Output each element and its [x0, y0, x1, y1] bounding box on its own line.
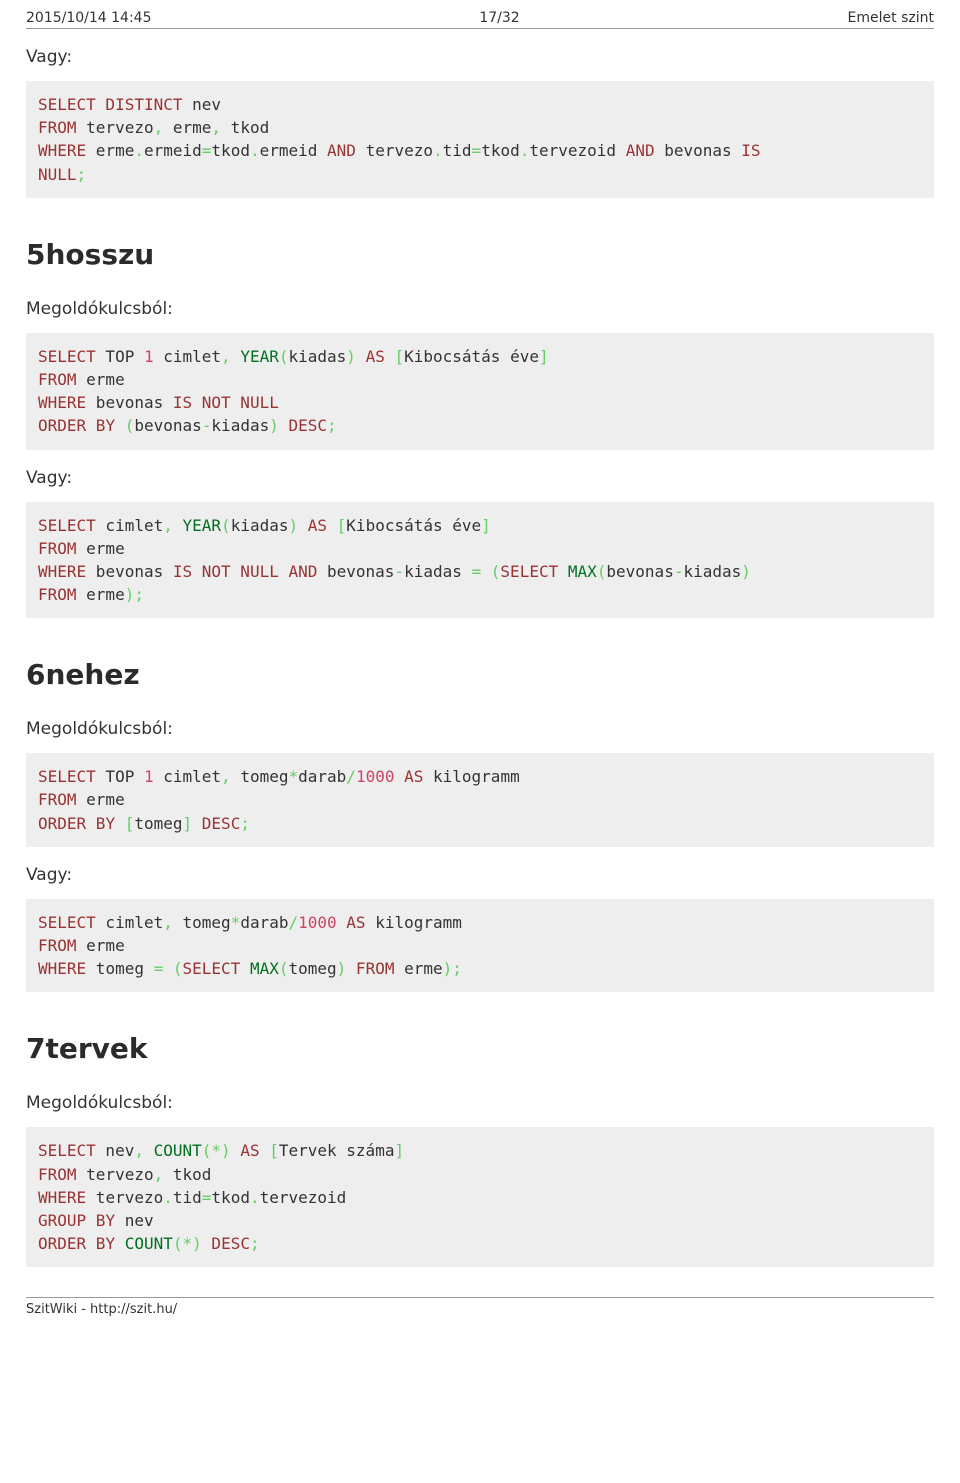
page: 2015/10/14 14:45 17/32 Emelet szint Vagy… [0, 0, 960, 1427]
header-page-number: 17/32 [479, 10, 519, 26]
label-megoldo: Megoldókulcsból: [26, 299, 934, 319]
code-block-6: SELECT nev, COUNT(*) AS [Tervek száma] F… [26, 1127, 934, 1267]
footer-text: SzitWiki - http://szit.hu/ [26, 1302, 177, 1317]
code-block-2: SELECT TOP 1 cimlet, YEAR(kiadas) AS [Ki… [26, 333, 934, 450]
code-block-1: SELECT DISTINCT nev FROM tervezo, erme, … [26, 81, 934, 198]
label-vagy: Vagy: [26, 468, 934, 488]
label-megoldo: Megoldókulcsból: [26, 719, 934, 739]
heading-6nehez: 6nehez [26, 658, 934, 691]
code-block-5: SELECT cimlet, tomeg*darab/1000 AS kilog… [26, 899, 934, 993]
page-footer: SzitWiki - http://szit.hu/ [26, 1297, 934, 1317]
heading-7tervek: 7tervek [26, 1032, 934, 1065]
label-vagy: Vagy: [26, 865, 934, 885]
page-header: 2015/10/14 14:45 17/32 Emelet szint [26, 10, 934, 29]
label-megoldo: Megoldókulcsból: [26, 1093, 934, 1113]
heading-5hosszu: 5hosszu [26, 238, 934, 271]
code-block-4: SELECT TOP 1 cimlet, tomeg*darab/1000 AS… [26, 753, 934, 847]
header-title: Emelet szint [848, 10, 934, 26]
label-vagy: Vagy: [26, 47, 934, 67]
code-block-3: SELECT cimlet, YEAR(kiadas) AS [Kibocsát… [26, 502, 934, 619]
header-date: 2015/10/14 14:45 [26, 10, 152, 26]
